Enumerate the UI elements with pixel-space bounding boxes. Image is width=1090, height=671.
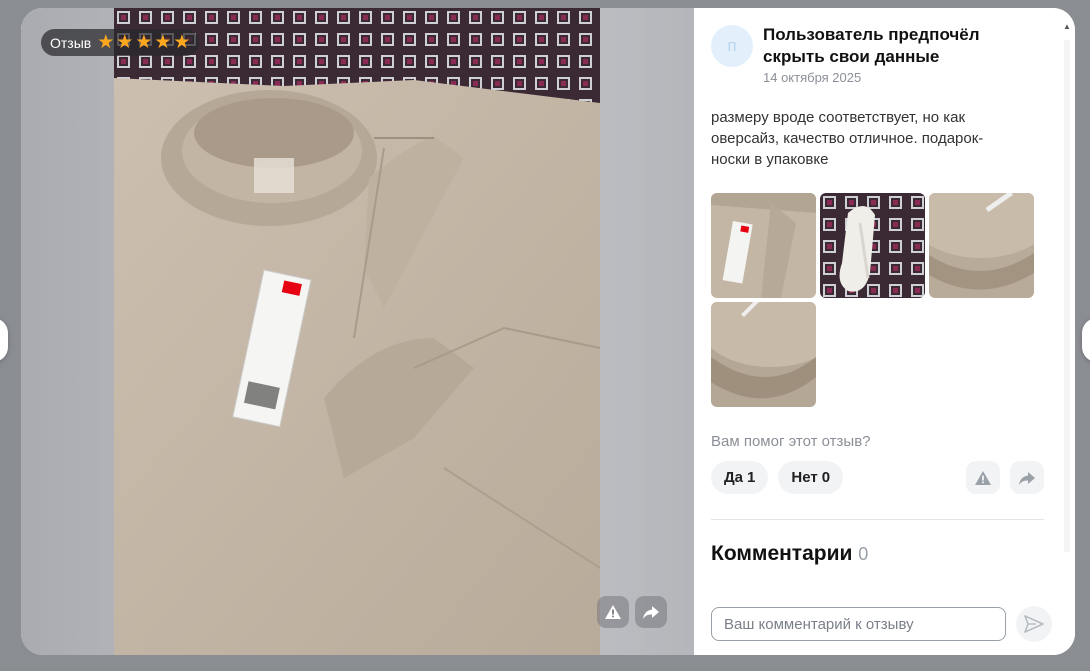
thumbnail-tshirt-with-tag[interactable] bbox=[711, 193, 816, 298]
comment-input[interactable] bbox=[711, 607, 1006, 641]
comment-bar bbox=[694, 593, 1075, 655]
thumbnail-collar-print[interactable] bbox=[929, 193, 1034, 298]
report-warning-icon bbox=[975, 470, 991, 485]
scrollbar-track[interactable] bbox=[1064, 40, 1070, 552]
comments-heading: Комментарии 0 bbox=[711, 542, 1044, 566]
helpful-question: Вам помог этот отзыв? bbox=[711, 433, 871, 450]
avatar: п bbox=[711, 25, 753, 67]
review-details-scroll[interactable]: п Пользователь предпочёл скрыть свои дан… bbox=[694, 8, 1061, 655]
report-review-button[interactable] bbox=[966, 461, 1000, 494]
star-icon: ★ bbox=[97, 32, 115, 53]
review-details-panel: п Пользователь предпочёл скрыть свои дан… bbox=[694, 8, 1075, 655]
vote-row: Да 1 Нет 0 bbox=[711, 461, 1044, 494]
divider bbox=[711, 519, 1044, 520]
review-date: 14 октября 2025 bbox=[763, 70, 862, 85]
vote-no-label: Нет bbox=[791, 469, 818, 486]
review-photo[interactable] bbox=[114, 8, 600, 655]
thumbnail-white-socks[interactable] bbox=[820, 193, 925, 298]
star-icon: ★ bbox=[154, 32, 172, 53]
star-icon: ★ bbox=[135, 32, 153, 53]
vote-no-button[interactable]: Нет 0 bbox=[778, 461, 844, 494]
share-icon bbox=[1019, 471, 1035, 485]
vote-yes-label: Да bbox=[724, 469, 744, 486]
rating-chip-label: Отзыв bbox=[50, 34, 92, 51]
next-review-arrow[interactable] bbox=[1082, 318, 1090, 362]
comments-count: 0 bbox=[858, 544, 869, 564]
vote-yes-count: 1 bbox=[747, 469, 756, 486]
star-icon: ★ bbox=[116, 32, 134, 53]
review-author: п Пользователь предпочёл скрыть свои дан… bbox=[711, 24, 1044, 85]
review-text: размеру вроде соответствует, но как овер… bbox=[711, 109, 984, 168]
photo-share-button[interactable] bbox=[635, 596, 667, 628]
review-modal: Отзыв ★ ★ ★ ★ ★ п Пользователь предпочёл… bbox=[21, 8, 1075, 655]
scroll-up-arrow-icon[interactable]: ▲ bbox=[1063, 22, 1071, 31]
send-icon bbox=[1024, 615, 1044, 633]
comments-title: Комментарии bbox=[711, 542, 853, 565]
review-thumbnails bbox=[711, 193, 1044, 407]
share-review-button[interactable] bbox=[1010, 461, 1044, 494]
send-comment-button[interactable] bbox=[1016, 606, 1052, 642]
vote-no-count: 0 bbox=[821, 469, 831, 486]
rating-chip: Отзыв ★ ★ ★ ★ ★ bbox=[41, 29, 200, 56]
share-icon bbox=[643, 606, 659, 619]
photo-report-button[interactable] bbox=[597, 596, 629, 628]
star-icon: ★ bbox=[173, 32, 191, 53]
photo-viewer: Отзыв ★ ★ ★ ★ ★ bbox=[21, 8, 694, 655]
rating-stars: ★ ★ ★ ★ ★ bbox=[97, 33, 190, 52]
vote-yes-button[interactable]: Да 1 bbox=[711, 461, 769, 494]
scrollbar[interactable]: ▲ ▼ bbox=[1063, 22, 1071, 600]
author-name: Пользователь предпочёл скрыть свои данны… bbox=[763, 25, 980, 66]
prev-review-arrow[interactable] bbox=[0, 318, 8, 362]
thumbnail-collar-closeup[interactable] bbox=[711, 302, 816, 407]
report-warning-icon bbox=[605, 605, 621, 619]
